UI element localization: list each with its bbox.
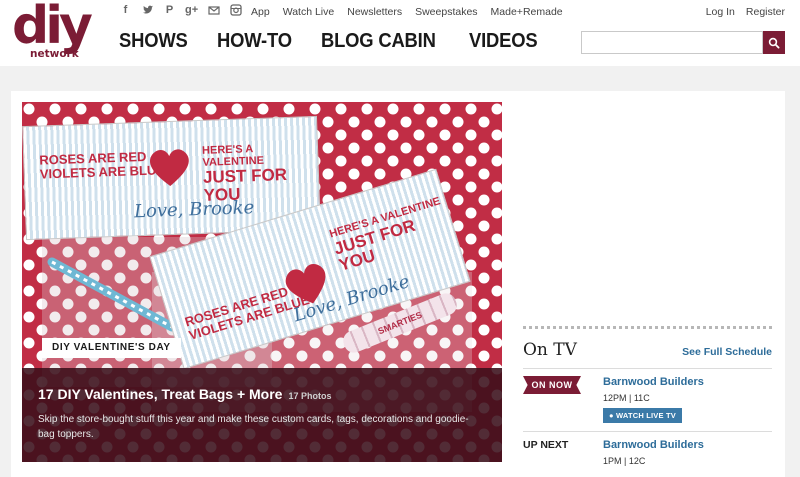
google-plus-icon[interactable]: g+ <box>185 4 198 17</box>
dotted-divider <box>523 326 772 329</box>
register-link[interactable]: Register <box>746 6 785 18</box>
utility-nav: App Watch Live Newsletters Sweepstakes M… <box>251 6 576 18</box>
watch-live-tv-button[interactable]: ● WATCH LIVE TV <box>603 408 682 423</box>
site-header: diy network f P g+ App Watch Live Newsle… <box>0 0 800 66</box>
facebook-icon[interactable]: f <box>119 4 132 17</box>
card-signature: Love, Brooke <box>133 197 255 223</box>
gallery-caption: 17 DIY Valentines, Treat Bags + More 17 P… <box>22 368 502 462</box>
on-now-time: 12PM | 11C <box>603 393 650 403</box>
divider <box>523 431 772 432</box>
gallery-title-text: 17 DIY Valentines, Treat Bags + More <box>38 386 283 402</box>
up-next-time: 1PM | 12C <box>603 456 646 466</box>
nav-blog-cabin[interactable]: BLOG CABIN <box>321 30 436 53</box>
util-link-made-remade[interactable]: Made+Remade <box>491 6 563 18</box>
card-text-valentine: HERE'S A VALENTINE JUST FOR YOU <box>202 142 319 205</box>
nav-shows[interactable]: SHOWS <box>119 30 188 53</box>
util-link-sweepstakes[interactable]: Sweepstakes <box>415 6 477 18</box>
on-tv-title: On TV <box>523 340 577 360</box>
main-content: ROSES ARE RED VIOLETS ARE BLUE HERE'S A … <box>11 91 785 477</box>
search-box <box>581 31 785 54</box>
util-link-app[interactable]: App <box>251 6 270 18</box>
nav-videos[interactable]: VIDEOS <box>469 30 538 53</box>
diy-network-logo[interactable]: diy network <box>12 0 104 62</box>
search-button[interactable] <box>763 31 785 54</box>
logo-subtitle: network <box>30 48 79 60</box>
up-next-label: UP NEXT <box>523 439 569 451</box>
util-link-watch-live[interactable]: Watch Live <box>283 6 335 18</box>
divider <box>523 368 772 369</box>
nav-how-to[interactable]: HOW-TO <box>217 30 292 53</box>
gallery-title[interactable]: 17 DIY Valentines, Treat Bags + More 17 P… <box>38 386 331 402</box>
on-now-badge: ON NOW <box>523 376 581 394</box>
photo-count: 17 Photos <box>288 391 332 401</box>
search-input[interactable] <box>581 31 763 54</box>
pinterest-icon[interactable]: P <box>163 4 176 17</box>
gallery-description: Skip the store-bought stuff this year an… <box>38 414 469 440</box>
main-nav: SHOWS HOW-TO BLOG CABIN VIDEOS <box>119 30 566 53</box>
search-icon <box>768 37 780 48</box>
social-links: f P g+ <box>119 3 242 17</box>
category-tag[interactable]: DIY VALENTINE'S DAY <box>42 338 181 358</box>
email-icon[interactable] <box>207 4 220 17</box>
featured-gallery[interactable]: ROSES ARE RED VIOLETS ARE BLUE HERE'S A … <box>22 102 502 462</box>
card-text-valentine-front: HERE'S A VALENTINE JUST FOR YOU <box>328 195 457 275</box>
login-link[interactable]: Log In <box>706 6 735 18</box>
up-next-show-link[interactable]: Barnwood Builders <box>603 439 704 451</box>
on-now-show-link[interactable]: Barnwood Builders <box>603 376 704 388</box>
util-link-newsletters[interactable]: Newsletters <box>347 6 402 18</box>
heart-icon <box>149 149 189 187</box>
watch-live-tv-label: WATCH LIVE TV <box>616 411 676 420</box>
auth-links: Log In Register <box>695 6 785 18</box>
see-full-schedule-link[interactable]: See Full Schedule <box>682 346 772 358</box>
twitter-icon[interactable] <box>141 4 154 17</box>
instagram-icon[interactable] <box>229 3 242 17</box>
